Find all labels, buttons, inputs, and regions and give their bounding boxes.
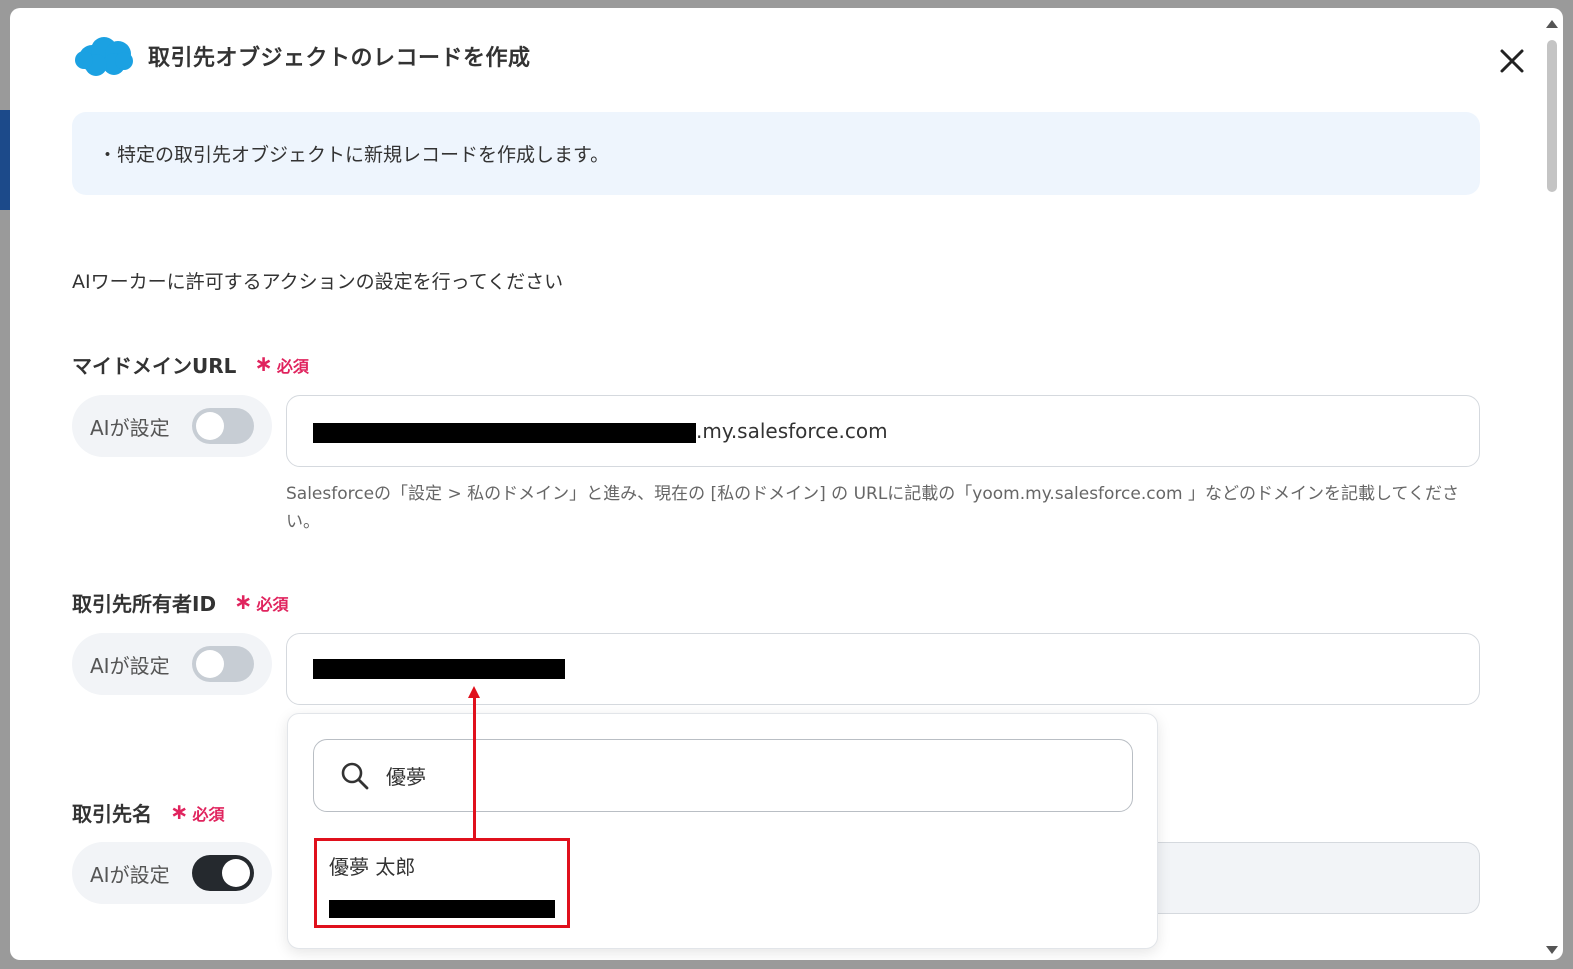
owner-id-label-text: 取引先所有者ID: [72, 592, 217, 616]
account-name-input[interactable]: [1158, 842, 1480, 914]
account-name-label: 取引先名 ∗ 必須: [72, 798, 224, 827]
domain-url-helper: Salesforceの「設定 > 私のドメイン」と進み、現在の [私のドメイン]…: [286, 484, 1459, 532]
required-star-icon: ∗: [234, 590, 253, 615]
annotation-arrow-line: [473, 694, 476, 838]
modal-header: 取引先オブジェクトのレコードを作成: [74, 34, 531, 78]
section-description: AIワーカーに許可するアクションの設定を行ってください: [72, 271, 564, 293]
required-text: 必須: [256, 594, 289, 614]
dropdown-search-input[interactable]: [386, 763, 1086, 788]
domain-url-input[interactable]: .my.salesforce.com: [286, 395, 1480, 467]
scroll-down-icon[interactable]: [1546, 946, 1558, 954]
owner-search-dropdown: 優夢 太郎: [287, 713, 1158, 949]
required-badge: ∗ 必須: [254, 352, 308, 377]
required-star-icon: ∗: [170, 800, 189, 825]
redacted-text: [313, 423, 696, 443]
domain-url-suffix: .my.salesforce.com: [696, 419, 888, 443]
ai-setting-label: AIが設定: [90, 862, 170, 887]
info-text: ・特定の取引先オブジェクトに新規レコードを作成します。: [98, 144, 610, 166]
close-button[interactable]: [1499, 48, 1525, 74]
redacted-text: [329, 900, 555, 918]
dropdown-option[interactable]: 優夢 太郎: [314, 838, 570, 928]
dropdown-search-box[interactable]: [313, 739, 1133, 812]
ai-setting-label: AIが設定: [90, 415, 170, 440]
toggle-knob: [196, 412, 224, 440]
annotation-arrow-head: [468, 686, 480, 698]
owner-id-label: 取引先所有者ID ∗ 必須: [72, 588, 289, 617]
domain-url-label-text: マイドメインURL: [72, 354, 237, 378]
account-name-ai-setting: AIが設定: [72, 842, 272, 904]
ai-setting-label: AIが設定: [90, 653, 170, 678]
toggle-knob: [222, 859, 250, 887]
option-name: 優夢 太郎: [329, 855, 416, 879]
owner-id-ai-setting: AIが設定: [72, 633, 272, 695]
owner-id-ai-toggle[interactable]: [192, 646, 254, 682]
modal-title: 取引先オブジェクトのレコードを作成: [148, 46, 531, 71]
required-text: 必須: [276, 356, 309, 376]
domain-url-label: マイドメインURL ∗ 必須: [72, 350, 309, 379]
scrollbar-thumb[interactable]: [1547, 40, 1557, 192]
close-icon: [1500, 49, 1524, 73]
redacted-text: [313, 659, 565, 679]
owner-id-input[interactable]: [286, 633, 1480, 705]
salesforce-cloud-icon: [75, 37, 133, 76]
info-box: ・特定の取引先オブジェクトに新規レコードを作成します。: [72, 112, 1480, 195]
scroll-up-icon[interactable]: [1546, 20, 1558, 28]
required-badge: ∗ 必須: [170, 800, 224, 825]
toggle-knob: [196, 650, 224, 678]
required-badge: ∗ 必須: [234, 590, 288, 615]
search-icon: [341, 762, 369, 789]
background-accent: [0, 110, 10, 210]
domain-url-ai-toggle[interactable]: [192, 408, 254, 444]
create-record-modal: 取引先オブジェクトのレコードを作成 ・特定の取引先オブジェクトに新規レコードを作…: [10, 8, 1563, 960]
required-star-icon: ∗: [254, 352, 273, 377]
account-name-ai-toggle[interactable]: [192, 855, 254, 891]
account-name-label-text: 取引先名: [72, 802, 152, 826]
domain-url-ai-setting: AIが設定: [72, 395, 272, 457]
required-text: 必須: [192, 804, 225, 824]
